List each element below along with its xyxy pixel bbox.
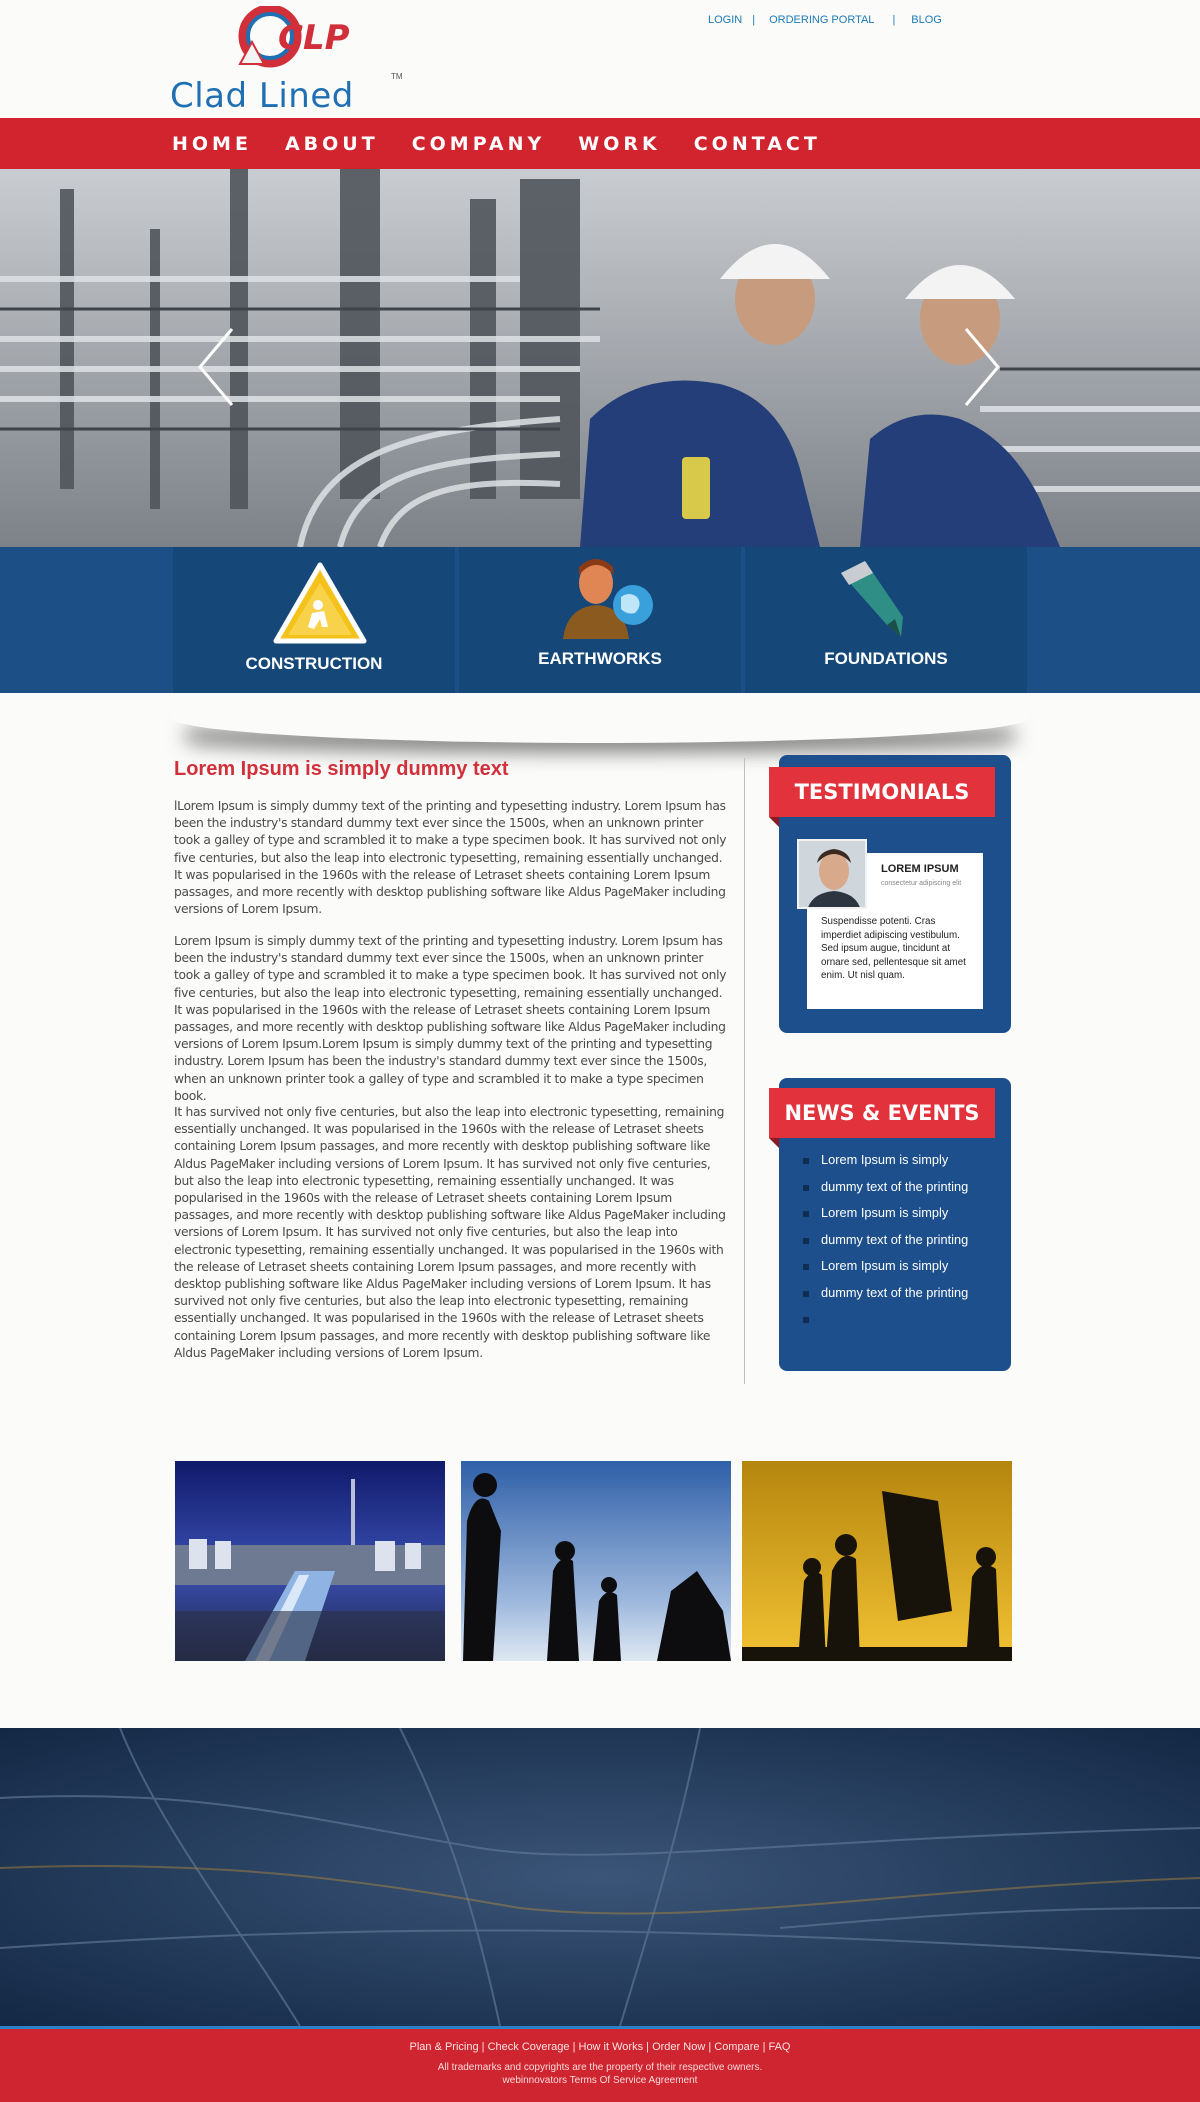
avatar bbox=[797, 839, 867, 909]
map-background-image bbox=[0, 1728, 1200, 2026]
nav-work[interactable]: WORK bbox=[578, 133, 660, 155]
feature-label: EARTHWORKS bbox=[538, 649, 662, 668]
footer-links: Plan & Pricing | Check Coverage | How it… bbox=[0, 2041, 1200, 2053]
separator: | bbox=[708, 2041, 712, 2053]
news-item[interactable]: dummy text of the printing bbox=[803, 1285, 968, 1312]
band-shadow bbox=[172, 693, 1028, 743]
footer-link-how-it-works[interactable]: How it Works bbox=[579, 2041, 644, 2053]
footer-link-faq[interactable]: FAQ bbox=[768, 2041, 790, 2053]
silhouette-workers-image bbox=[461, 1461, 731, 1661]
testimonial-name: LOREM IPSUM bbox=[881, 863, 959, 875]
separator: | bbox=[572, 2041, 576, 2053]
logo[interactable]: CLP Clad Lined Pipe TM bbox=[170, 6, 410, 156]
pen-icon bbox=[841, 561, 903, 637]
news-title: NEWS & EVENTS bbox=[769, 1088, 995, 1148]
news-item[interactable]: dummy text of the printing bbox=[803, 1232, 968, 1259]
feature-label: CONSTRUCTION bbox=[245, 654, 383, 673]
separator: | bbox=[481, 2041, 485, 2053]
nav-about[interactable]: ABOUT bbox=[285, 133, 379, 155]
top-links: LOGIN | ORDERING PORTAL | BLOG bbox=[708, 14, 942, 26]
testimonials-panel: TESTIMONIALS LOREM IPSUM consectetur adi… bbox=[769, 755, 1011, 1033]
chevron-right-icon[interactable] bbox=[962, 327, 1002, 407]
ordering-portal-link[interactable]: ORDERING PORTAL bbox=[769, 14, 874, 26]
feature-earthworks[interactable]: EARTHWORKS bbox=[459, 547, 741, 693]
warning-worker-icon bbox=[273, 562, 367, 644]
feature-construction[interactable]: CONSTRUCTION bbox=[173, 547, 455, 693]
gallery-photo-foundations[interactable] bbox=[742, 1461, 1012, 1661]
content-title: Lorem Ipsum is simply dummy text bbox=[174, 758, 509, 780]
silhouette-construction-image bbox=[742, 1461, 1012, 1661]
main-nav: HOME ABOUT COMPANY WORK CONTACT bbox=[0, 118, 1200, 169]
copyright-text: All trademarks and copyrights are the pr… bbox=[437, 2062, 763, 2073]
separator: | bbox=[762, 2041, 766, 2053]
testimonials-title: TESTIMONIALS bbox=[769, 767, 995, 827]
separator: | bbox=[752, 14, 756, 26]
hero-slider bbox=[0, 169, 1200, 547]
footer-copyright: All trademarks and copyrights are the pr… bbox=[0, 2061, 1200, 2087]
news-item[interactable]: Lorem Ipsum is simply bbox=[803, 1152, 968, 1179]
chevron-left-icon[interactable] bbox=[196, 327, 236, 407]
content-paragraph-1: lLorem Ipsum is simply dummy text of the… bbox=[174, 799, 727, 917]
gallery-photo-refinery[interactable] bbox=[175, 1461, 445, 1661]
gallery-photo-workers[interactable] bbox=[461, 1461, 731, 1661]
trademark: TM bbox=[391, 72, 403, 81]
feature-foundations[interactable]: FOUNDATIONS bbox=[745, 547, 1027, 693]
nav-company[interactable]: COMPANY bbox=[412, 133, 546, 155]
testimonial-card: LOREM IPSUM consectetur adipiscing elit … bbox=[797, 839, 983, 1009]
news-item[interactable]: Lorem Ipsum is simply bbox=[803, 1258, 968, 1285]
news-item[interactable]: Lorem Ipsum is simply bbox=[803, 1205, 968, 1232]
separator: | bbox=[892, 14, 896, 26]
feature-label: FOUNDATIONS bbox=[824, 649, 948, 668]
footer-link-plan-pricing[interactable]: Plan & Pricing bbox=[410, 2041, 479, 2053]
content-divider bbox=[744, 758, 745, 1384]
terms-link[interactable]: webinnovators Terms Of Service Agreement bbox=[0, 2074, 1200, 2087]
logo-mark-text: CLP bbox=[278, 18, 350, 58]
footer: Plan & Pricing | Check Coverage | How it… bbox=[0, 2026, 1200, 2102]
map-section bbox=[0, 1728, 1200, 2026]
person-globe-icon bbox=[563, 559, 653, 639]
portrait-icon bbox=[799, 841, 865, 907]
login-link[interactable]: LOGIN bbox=[708, 14, 742, 26]
hero-image bbox=[0, 169, 1200, 547]
features-band: CONSTRUCTION EARTHWORKS FOUNDATIONS bbox=[0, 547, 1200, 693]
testimonial-subtitle: consectetur adipiscing elit bbox=[881, 880, 962, 887]
content-paragraph-2: Lorem Ipsum is simply dummy text of the … bbox=[174, 934, 727, 1103]
news-list: Lorem Ipsum is simply dummy text of the … bbox=[803, 1152, 968, 1338]
footer-link-compare[interactable]: Compare bbox=[714, 2041, 759, 2053]
news-item[interactable] bbox=[803, 1311, 968, 1338]
nav-home[interactable]: HOME bbox=[172, 133, 252, 155]
testimonial-body: Suspendisse potenti. Cras imperdiet adip… bbox=[821, 916, 966, 982]
blog-link[interactable]: BLOG bbox=[911, 14, 942, 26]
footer-link-check-coverage[interactable]: Check Coverage bbox=[488, 2041, 570, 2053]
news-item[interactable]: dummy text of the printing bbox=[803, 1179, 968, 1206]
news-panel: NEWS & EVENTS Lorem Ipsum is simply dumm… bbox=[769, 1078, 1011, 1371]
refinery-night-image bbox=[175, 1461, 445, 1661]
separator: | bbox=[646, 2041, 650, 2053]
nav-contact[interactable]: CONTACT bbox=[694, 133, 821, 155]
content-paragraph-3: It has survived not only five centuries,… bbox=[174, 1105, 726, 1360]
footer-link-order-now[interactable]: Order Now bbox=[652, 2041, 705, 2053]
